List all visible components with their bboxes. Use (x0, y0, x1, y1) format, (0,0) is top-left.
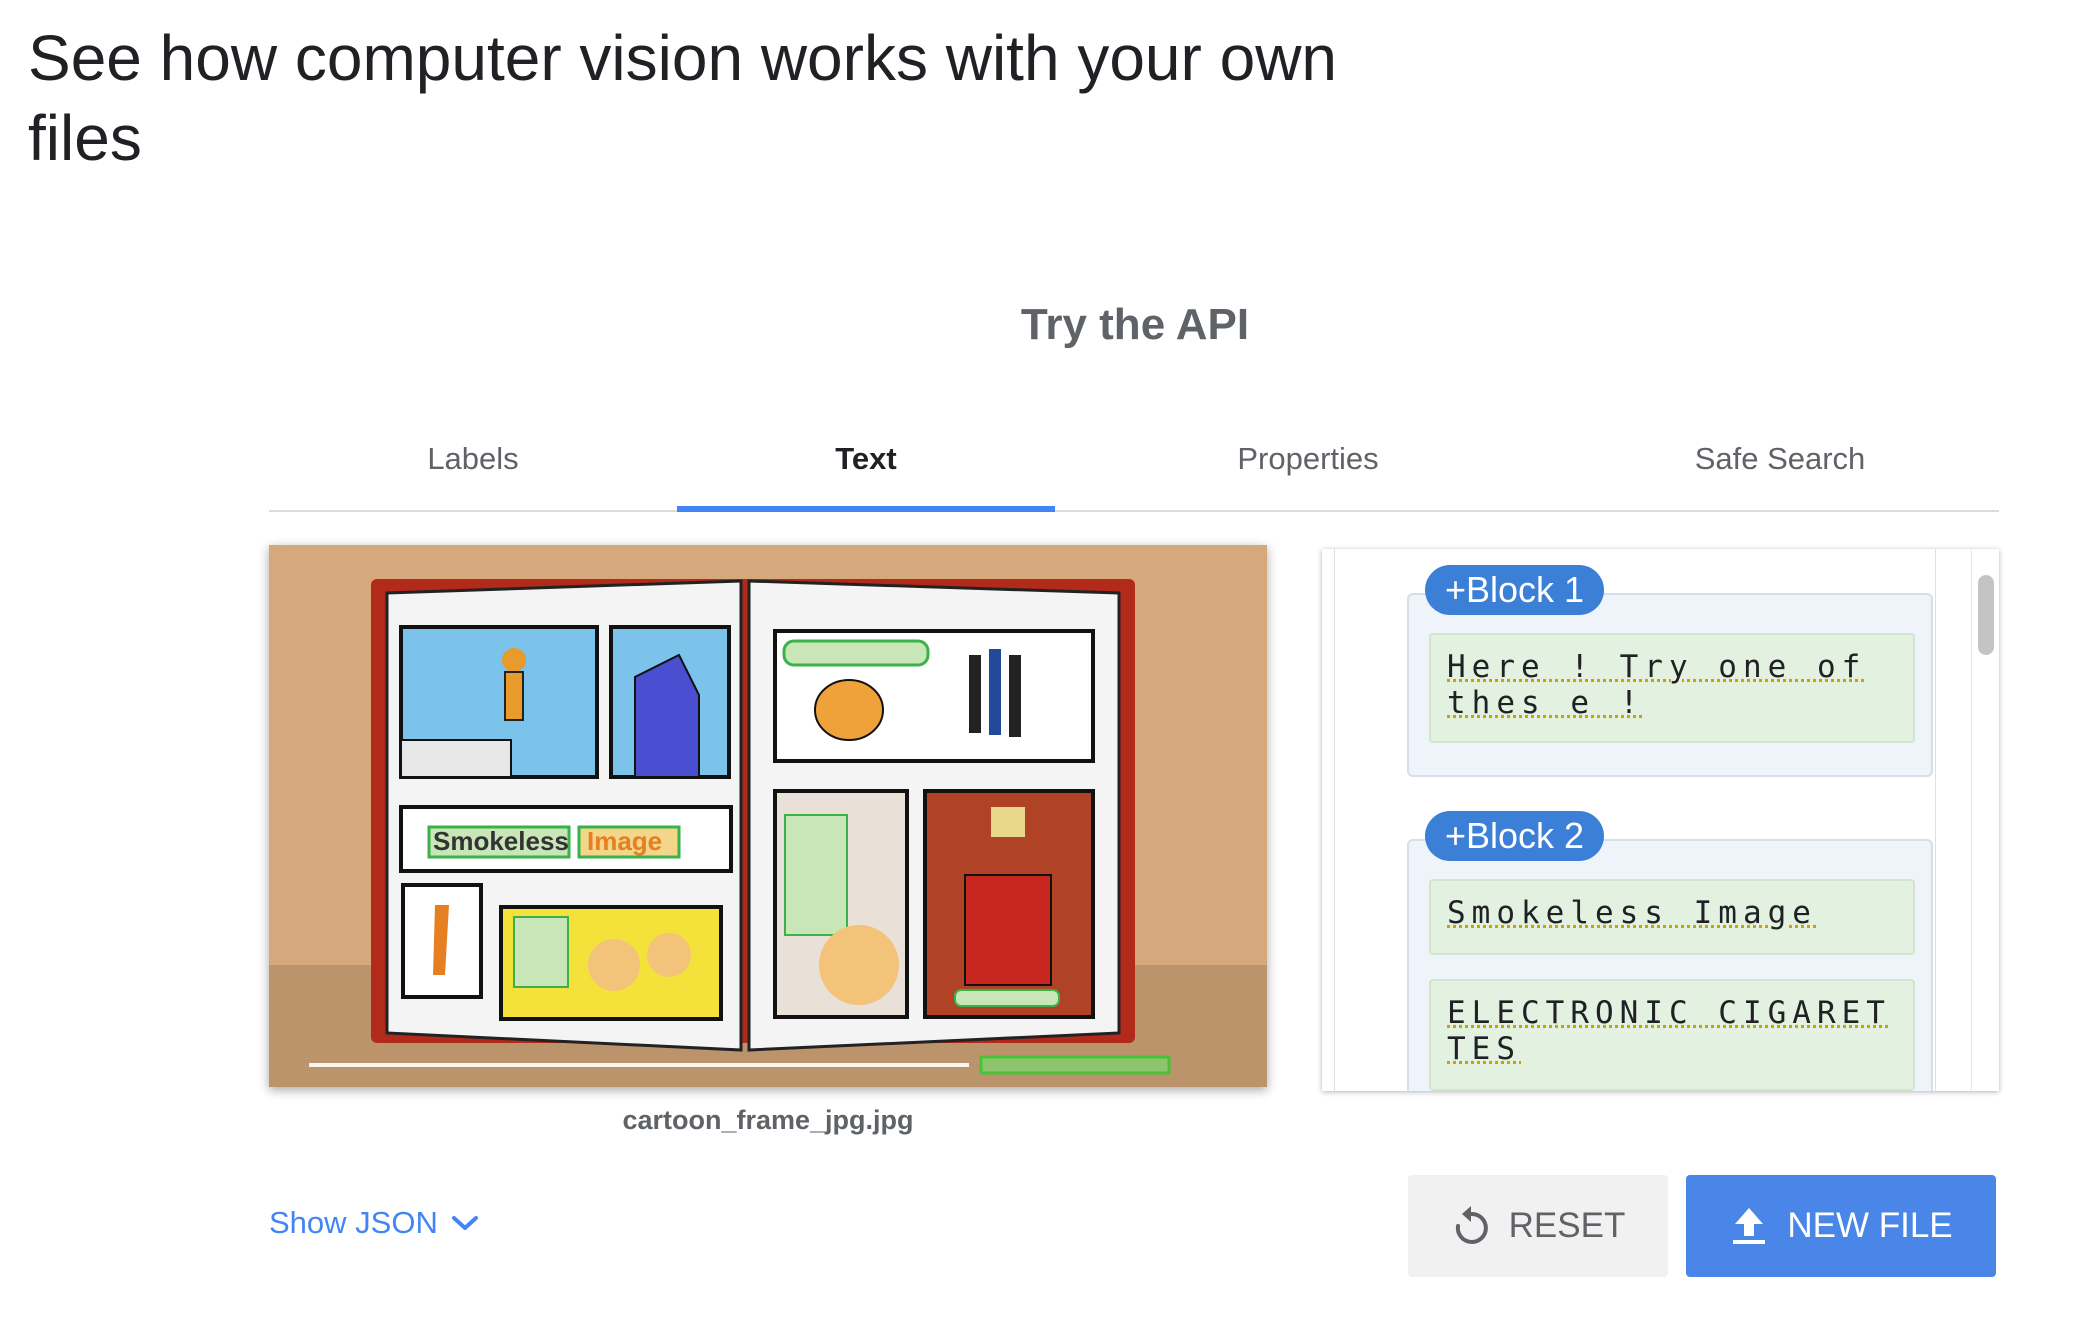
text-block: +Block 2 Smokeless Image ELECTRONIC CIGA… (1407, 839, 1933, 1091)
tab-bar: Labels Text Properties Safe Search (269, 430, 1999, 512)
page-title: See how computer vision works with your … (28, 18, 1448, 178)
results-list: +Block 1 Here ! Try one of thes e ! +Blo… (1334, 549, 1936, 1091)
text-item[interactable]: Smokeless Image (1429, 879, 1915, 955)
tab-safe-search[interactable]: Safe Search (1561, 430, 1999, 510)
block-badge[interactable]: +Block 1 (1425, 565, 1604, 615)
upload-icon (1729, 1204, 1769, 1248)
new-file-button[interactable]: NEW FILE (1686, 1175, 1996, 1277)
chevron-down-icon (450, 1213, 480, 1233)
overlay-text-image: Image (587, 826, 662, 856)
new-file-label: NEW FILE (1787, 1206, 1952, 1246)
block-badge[interactable]: +Block 2 (1425, 811, 1604, 861)
reset-icon (1451, 1204, 1491, 1248)
tab-text[interactable]: Text (677, 430, 1055, 510)
tab-properties[interactable]: Properties (1055, 430, 1561, 510)
uploaded-image: Smokeless Image (269, 545, 1267, 1087)
active-tab-indicator (677, 506, 1055, 512)
comic-book-illustration: Smokeless Image (269, 545, 1267, 1087)
section-title: Try the API (0, 300, 2100, 350)
tab-labels[interactable]: Labels (269, 430, 677, 510)
results-scrollbar[interactable] (1971, 549, 1999, 1091)
overlay-text-smokeless: Smokeless (433, 826, 569, 856)
text-block: +Block 1 Here ! Try one of thes e ! (1407, 593, 1933, 777)
scrollbar-thumb[interactable] (1978, 575, 1994, 655)
reset-label: RESET (1509, 1206, 1626, 1246)
reset-button[interactable]: RESET (1408, 1175, 1668, 1277)
image-file-name: cartoon_frame_jpg.jpg (269, 1105, 1267, 1136)
text-item[interactable]: Here ! Try one of thes e ! (1429, 633, 1915, 743)
show-json-label: Show JSON (269, 1205, 438, 1241)
text-results-panel[interactable]: +Block 1 Here ! Try one of thes e ! +Blo… (1322, 549, 1999, 1091)
text-item[interactable]: ELECTRONIC CIGARET TES (1429, 979, 1915, 1091)
show-json-toggle[interactable]: Show JSON (269, 1205, 480, 1241)
